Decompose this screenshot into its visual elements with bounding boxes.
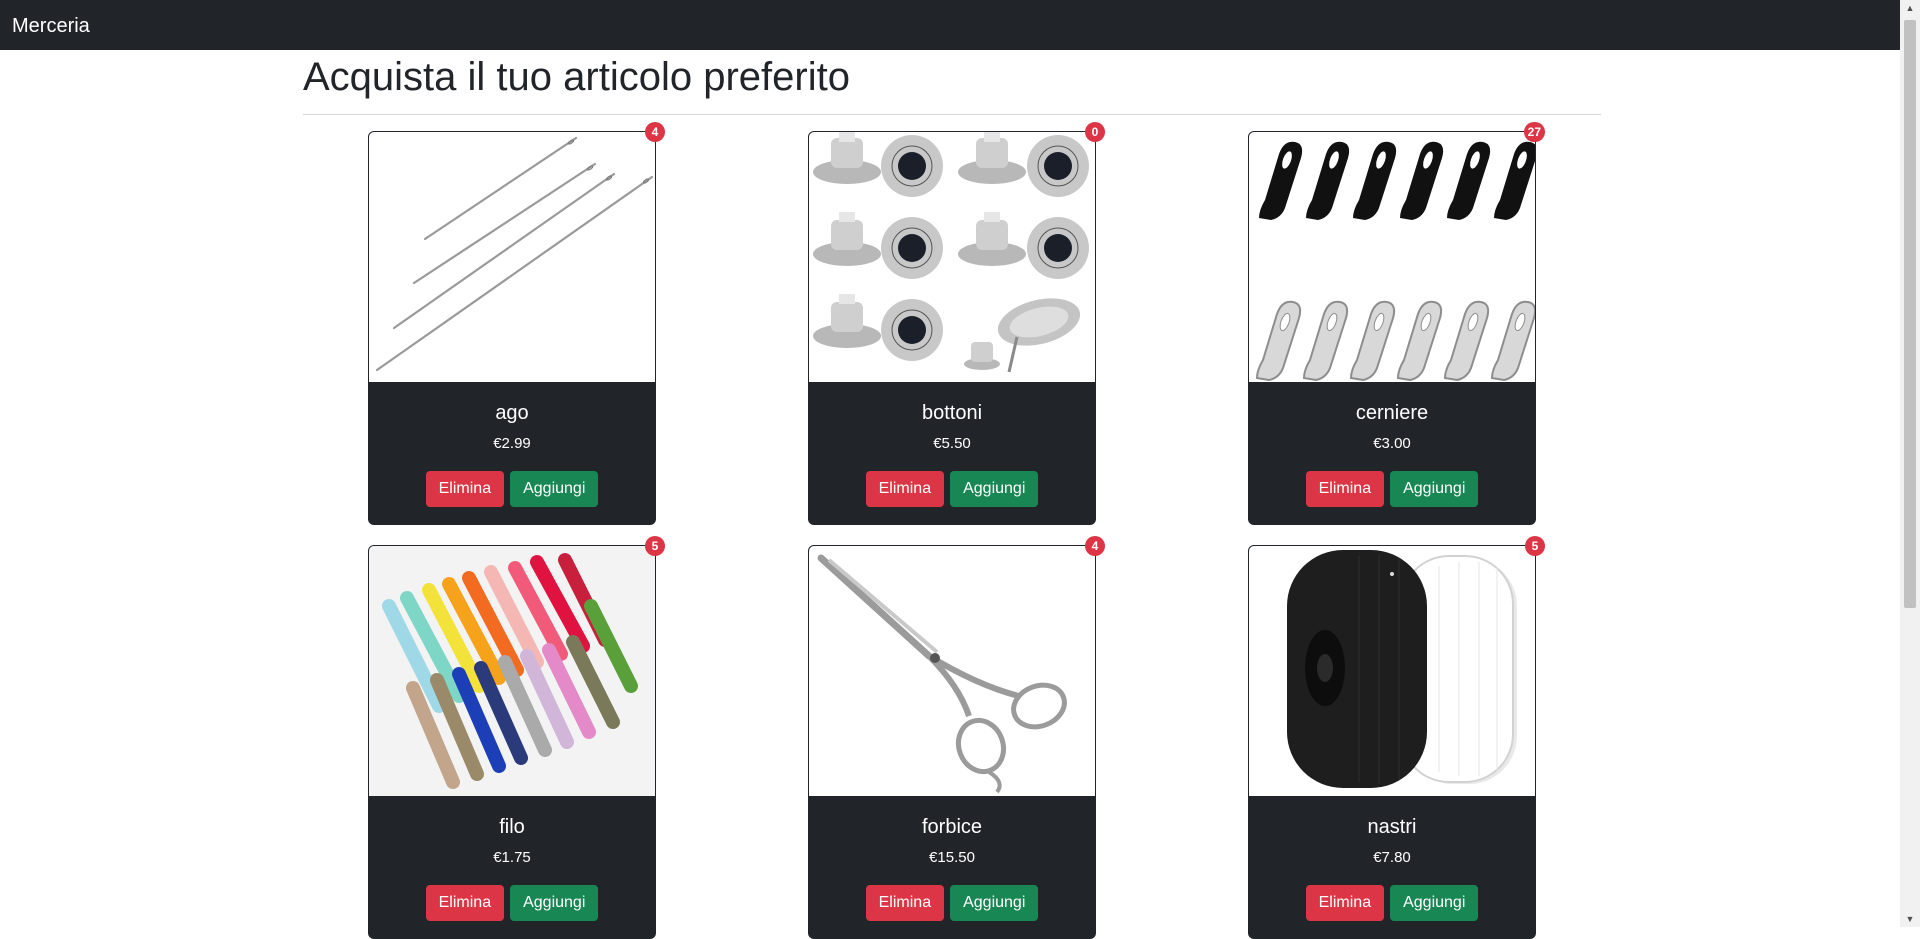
quantity-badge: 0	[1085, 122, 1105, 142]
product-price: €15.50	[929, 849, 975, 866]
product-name: bottoni	[921, 402, 983, 424]
delete-button[interactable]: Elimina	[1305, 471, 1385, 507]
add-button[interactable]: Aggiungi	[510, 885, 599, 921]
product-price: €2.99	[493, 435, 531, 452]
product-card: 4 ago €2.99 Elimina Aggiungi	[368, 122, 665, 525]
colored-cords-image	[369, 546, 655, 796]
quantity-badge: 5	[1525, 536, 1545, 556]
page-title: Acquista il tuo articolo preferito	[303, 55, 850, 99]
scrollbar[interactable]: ▲ ▼	[1900, 0, 1920, 927]
add-button[interactable]: Aggiungi	[1390, 885, 1479, 921]
add-button[interactable]: Aggiungi	[510, 471, 599, 507]
add-button[interactable]: Aggiungi	[950, 471, 1039, 507]
product-card: 4 forbice €15.50 Elimina Aggiungi	[808, 536, 1105, 939]
scrollbar-thumb[interactable]	[1904, 20, 1916, 608]
delete-button[interactable]: Elimina	[425, 471, 505, 507]
delete-button[interactable]: Elimina	[425, 885, 505, 921]
zipper-pulls-image	[1249, 132, 1535, 382]
product-price: €7.80	[1373, 849, 1411, 866]
navbar-brand[interactable]: Merceria	[12, 14, 90, 38]
jeans-buttons-image	[809, 132, 1095, 382]
elastic-bands-image	[1249, 546, 1535, 796]
delete-button[interactable]: Elimina	[1305, 885, 1385, 921]
product-name: forbice	[921, 816, 983, 838]
title-divider	[303, 114, 1601, 115]
product-price: €1.75	[493, 849, 531, 866]
scissors-image	[809, 546, 1095, 796]
product-price: €5.50	[933, 435, 971, 452]
product-name: filo	[499, 816, 525, 838]
product-card: 27 cerniere €3.00 Elimina Aggiungi	[1248, 122, 1545, 525]
needles-image	[369, 132, 655, 382]
product-price: €3.00	[1373, 435, 1411, 452]
product-card: 5 filo €1.75 Elimina Aggiungi	[368, 536, 665, 939]
add-button[interactable]: Aggiungi	[1390, 471, 1479, 507]
navbar: Merceria	[0, 0, 1900, 50]
product-card: 5 nastri €7.80 Elimina Aggiungi	[1248, 536, 1545, 939]
scroll-up-arrow-icon[interactable]: ▲	[1900, 0, 1920, 16]
quantity-badge: 5	[645, 536, 665, 556]
product-name: nastri	[1367, 816, 1417, 838]
quantity-badge: 27	[1523, 122, 1545, 142]
product-card: 0 bottoni €5.50 Elimina Aggiungi	[808, 122, 1105, 525]
delete-button[interactable]: Elimina	[865, 885, 945, 921]
product-name: ago	[495, 402, 529, 424]
quantity-badge: 4	[1085, 536, 1105, 556]
scroll-down-arrow-icon[interactable]: ▼	[1900, 911, 1920, 927]
add-button[interactable]: Aggiungi	[950, 885, 1039, 921]
product-name: cerniere	[1355, 402, 1429, 424]
delete-button[interactable]: Elimina	[865, 471, 945, 507]
quantity-badge: 4	[645, 122, 665, 142]
